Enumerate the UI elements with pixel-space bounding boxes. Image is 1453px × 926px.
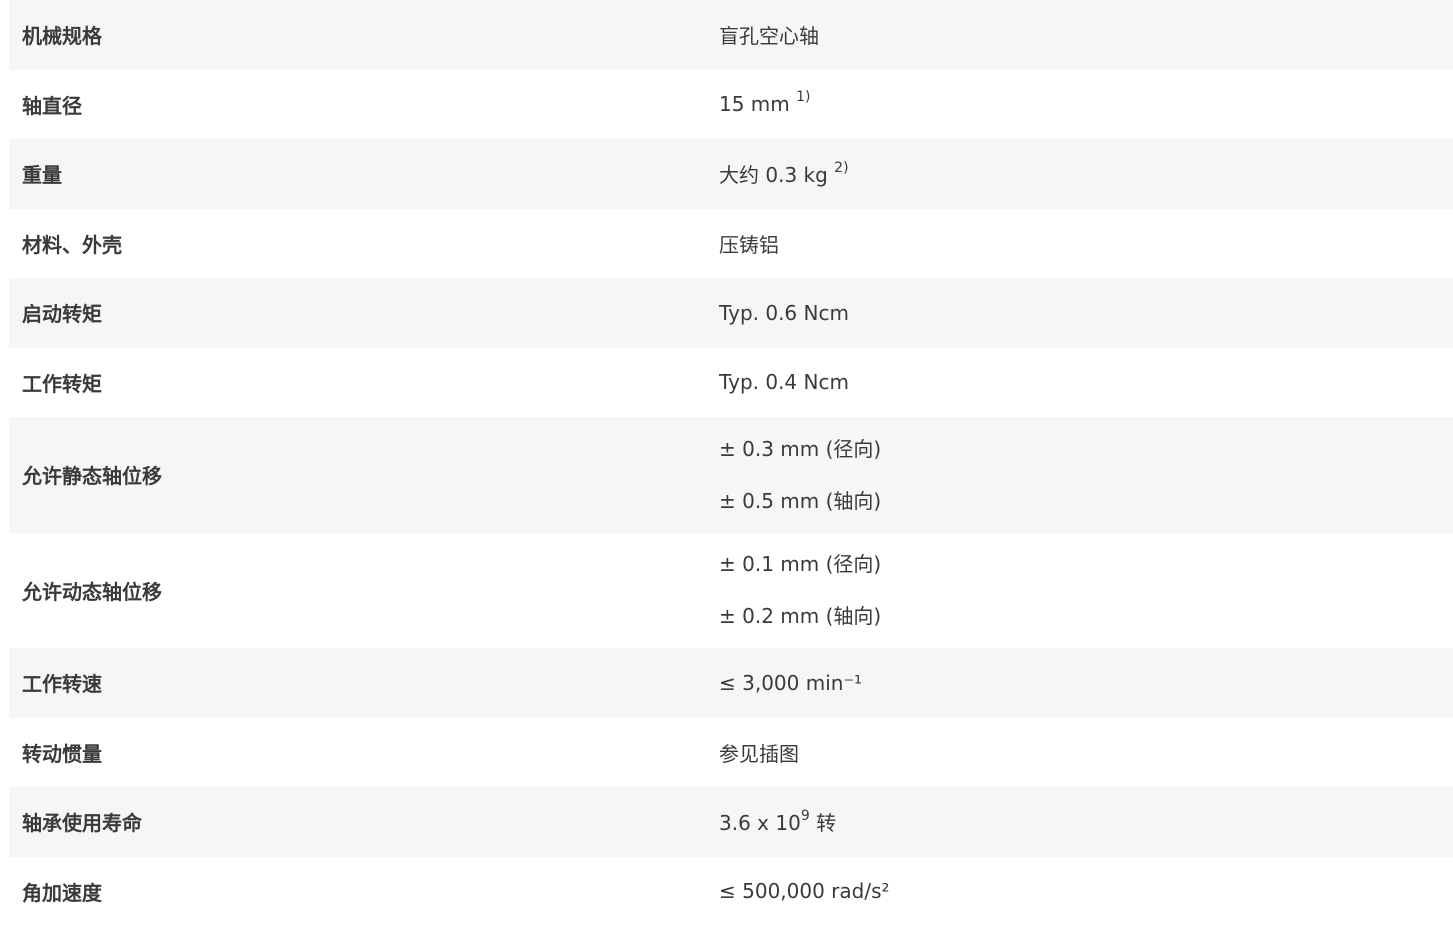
spec-value-text: 盲孔空心轴 xyxy=(719,24,819,48)
spec-label: 允许静态轴位移 xyxy=(9,460,706,489)
spec-label: 重量 xyxy=(9,159,706,188)
spec-value-text: Typ. 0.6 Ncm xyxy=(719,301,849,325)
footnote-ref: 2) xyxy=(834,160,848,176)
spec-value-text: 3.6 x 10 xyxy=(719,811,801,835)
spec-value: 大约 0.3 kg 2) xyxy=(706,159,1453,188)
spec-value-unit: 转 xyxy=(810,811,836,835)
spec-value: 15 mm 1) xyxy=(706,92,1453,116)
spec-row-housing-material: 材料、外壳 压铸铝 xyxy=(9,209,1453,279)
spec-row-static-shaft-displacement: 允许静态轴位移 ± 0.3 mm (径向) ± 0.5 mm (轴向) xyxy=(9,417,1453,533)
spec-row-shaft-diameter: 轴直径 15 mm 1) xyxy=(9,70,1453,140)
spec-value-text: 参见插图 xyxy=(719,742,799,766)
spec-row-weight: 重量 大约 0.3 kg 2) xyxy=(9,139,1453,209)
spec-label: 启动转矩 xyxy=(9,298,706,327)
spec-value-axial: ± 0.5 mm (轴向) xyxy=(719,488,1453,514)
spec-label: 轴直径 xyxy=(9,90,706,119)
spec-value-axial: ± 0.2 mm (轴向) xyxy=(719,603,1453,629)
spec-label: 机械规格 xyxy=(9,20,706,49)
spec-value: 压铸铝 xyxy=(706,229,1453,258)
spec-row-dynamic-shaft-displacement: 允许动态轴位移 ± 0.1 mm (径向) ± 0.2 mm (轴向) xyxy=(9,533,1453,649)
spec-value: 盲孔空心轴 xyxy=(706,20,1453,49)
spec-value: Typ. 0.4 Ncm xyxy=(706,370,1453,394)
spec-value-text: 大约 0.3 kg xyxy=(719,163,828,187)
footnote-ref: 1) xyxy=(796,89,810,105)
spec-row-starting-torque: 启动转矩 Typ. 0.6 Ncm xyxy=(9,278,1453,348)
spec-value: ± 0.1 mm (径向) ± 0.2 mm (轴向) xyxy=(706,551,1453,629)
spec-row-bearing-life: 轴承使用寿命 3.6 x 109 转 xyxy=(9,787,1453,857)
spec-value-text: 15 mm xyxy=(719,92,790,116)
spec-value: ± 0.3 mm (径向) ± 0.5 mm (轴向) xyxy=(706,436,1453,514)
spec-table: 机械规格 盲孔空心轴 轴直径 15 mm 1) 重量 大约 0.3 kg 2) … xyxy=(9,0,1453,926)
spec-value: Typ. 0.6 Ncm xyxy=(706,301,1453,325)
spec-value: ≤ 500,000 rad/s² xyxy=(706,879,1453,903)
spec-row-mechanical-design: 机械规格 盲孔空心轴 xyxy=(9,0,1453,70)
spec-row-moment-of-inertia: 转动惯量 参见插图 xyxy=(9,718,1453,788)
spec-label: 轴承使用寿命 xyxy=(9,807,706,836)
spec-label: 工作转矩 xyxy=(9,368,706,397)
spec-label: 允许动态轴位移 xyxy=(9,576,706,605)
spec-label: 工作转速 xyxy=(9,668,706,697)
spec-label: 材料、外壳 xyxy=(9,229,706,258)
spec-value-text: 压铸铝 xyxy=(719,233,779,257)
exponent: 9 xyxy=(801,808,810,824)
spec-value-text: ≤ 3,000 min⁻¹ xyxy=(719,671,862,695)
spec-label: 角加速度 xyxy=(9,877,706,906)
spec-row-angular-acceleration: 角加速度 ≤ 500,000 rad/s² xyxy=(9,857,1453,926)
spec-value: ≤ 3,000 min⁻¹ xyxy=(706,671,1453,695)
spec-value: 3.6 x 109 转 xyxy=(706,807,1453,836)
spec-value: 参见插图 xyxy=(706,738,1453,767)
spec-value-text: ≤ 500,000 rad/s² xyxy=(719,879,890,903)
spec-value-radial: ± 0.3 mm (径向) xyxy=(719,436,1453,462)
spec-value-radial: ± 0.1 mm (径向) xyxy=(719,551,1453,577)
spec-row-operating-torque: 工作转矩 Typ. 0.4 Ncm xyxy=(9,348,1453,418)
spec-row-operating-speed: 工作转速 ≤ 3,000 min⁻¹ xyxy=(9,648,1453,718)
spec-label: 转动惯量 xyxy=(9,738,706,767)
spec-value-text: Typ. 0.4 Ncm xyxy=(719,370,849,394)
